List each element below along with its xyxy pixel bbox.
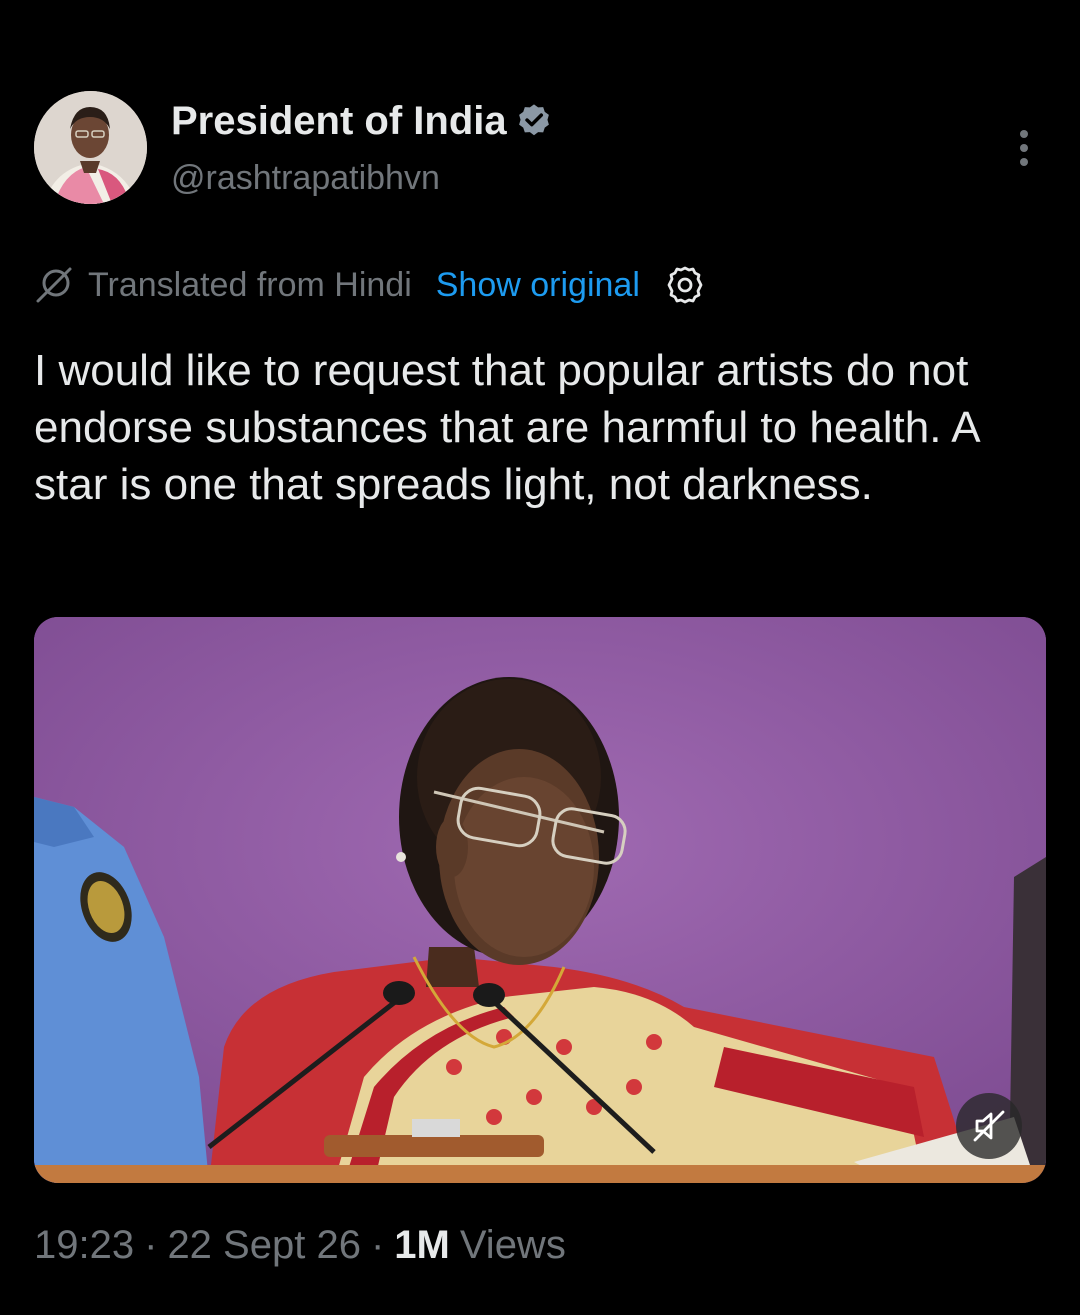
tweet-time: 19:23 [34,1222,135,1267]
views-count[interactable]: 1M [394,1223,450,1268]
tweet-meta: 19:23 · 22 Sept 26 · 1M Views [34,1218,566,1272]
translated-from-label: Translated from Hindi [88,265,412,304]
more-options-button[interactable] [1002,124,1046,172]
translate-globe-icon [36,267,72,303]
tweet-video[interactable] [34,617,1046,1183]
speaker-muted-icon [973,1110,1005,1142]
translation-bar: Translated from Hindi Show original [34,262,706,308]
author-handle[interactable]: @rashtrapatibhvn [171,156,440,200]
separator-dot: · [144,1222,158,1267]
separator-dot: · [370,1222,385,1267]
mute-toggle-button[interactable] [956,1093,1022,1159]
author-display-name[interactable]: President of India [171,96,507,146]
gear-icon[interactable] [664,264,706,306]
vertical-ellipsis-icon [1020,130,1028,166]
views-label[interactable]: Views [460,1223,566,1268]
tweet-text: I would like to request that popular art… [34,346,979,509]
video-frame-image [34,617,1046,1183]
verified-badge-icon [518,104,549,136]
tweet-header: President of India @rashtrapatibhvn [34,90,1046,206]
tweet-date: 22 Sept 26 [167,1222,361,1267]
avatar-image [34,91,147,204]
author-avatar[interactable] [34,91,147,204]
author-name-row[interactable]: President of India [171,96,553,146]
show-original-link[interactable]: Show original [436,266,640,305]
